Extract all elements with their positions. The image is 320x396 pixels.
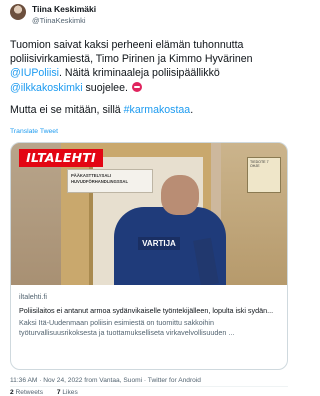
- notice-sign: TIEDOTE 7 OHJE: [247, 157, 281, 193]
- link-preview-card[interactable]: PÄÄKASTTELYSALI HUVUDFÖRHANDLINGSSAL TIE…: [10, 142, 288, 370]
- tweet-text-segment: Mutta ei se mitään, sillä: [10, 103, 124, 116]
- iltalehti-logo: ILTALEHTI: [19, 149, 103, 167]
- guard-head: [161, 175, 199, 215]
- divider: [10, 386, 288, 387]
- card-title: Poliisilaitos ei antanut armoa sydänvika…: [19, 306, 274, 315]
- avatar[interactable]: [10, 4, 26, 20]
- vest-label: VARTIJA: [138, 237, 180, 250]
- tweet-text-segment: . Näitä kriminaaleja poliisipäällikkö: [59, 67, 220, 80]
- card-domain: iltalehti.fi: [19, 292, 47, 301]
- tweet-text-segment: .: [190, 103, 194, 116]
- hashtag-karmakostaa[interactable]: #karmakostaa: [124, 104, 191, 116]
- tweet-paragraph-2: Mutta ei se mitään, sillä #karmakostaa.: [10, 103, 288, 117]
- courtroom-sign: PÄÄKASTTELYSALI HUVUDFÖRHANDLINGSSAL: [67, 169, 153, 193]
- author-names[interactable]: Tiina Keskimäki @TiinaKeskimki: [32, 4, 96, 26]
- notice-sign-text: TIEDOTE 7 OHJE: [250, 160, 269, 169]
- tweet-text-segment: suojelee.: [82, 81, 128, 94]
- author-display-name[interactable]: Tiina Keskimäki: [32, 4, 96, 15]
- tweet-meta[interactable]: 11:36 AM · Nov 24, 2022 from Vantaa, Suo…: [10, 377, 201, 384]
- card-body[interactable]: iltalehti.fi Poliisilaitos ei antanut ar…: [11, 285, 287, 338]
- tweet-text-segment: Tuomion saivat kaksi perheeni elämän tuh…: [10, 39, 253, 66]
- tweet-paragraph-1: Tuomion saivat kaksi perheeni elämän tuh…: [10, 38, 288, 95]
- no-entry-emoji-icon: [131, 81, 142, 92]
- tweet-header: Tiina Keskimäki @TiinaKeskimki: [10, 4, 290, 34]
- card-description: Kaksi Itä-Uudenmaan poliisin esimiestä o…: [19, 318, 235, 337]
- card-image[interactable]: PÄÄKASTTELYSALI HUVUDFÖRHANDLINGSSAL TIE…: [11, 143, 287, 285]
- author-handle[interactable]: @TiinaKeskimki: [32, 15, 96, 26]
- mention-ilkkakoskimki[interactable]: @ilkkakoskimki: [10, 82, 83, 94]
- mention-iupoliisi[interactable]: @IUPoliisi: [10, 67, 59, 79]
- tweet-text: Tuomion saivat kaksi perheeni elämän tuh…: [10, 38, 288, 117]
- translate-tweet-link[interactable]: Translate Tweet: [10, 128, 58, 135]
- courtroom-sign-text: PÄÄKASTTELYSALI HUVUDFÖRHANDLINGSSAL: [71, 173, 128, 184]
